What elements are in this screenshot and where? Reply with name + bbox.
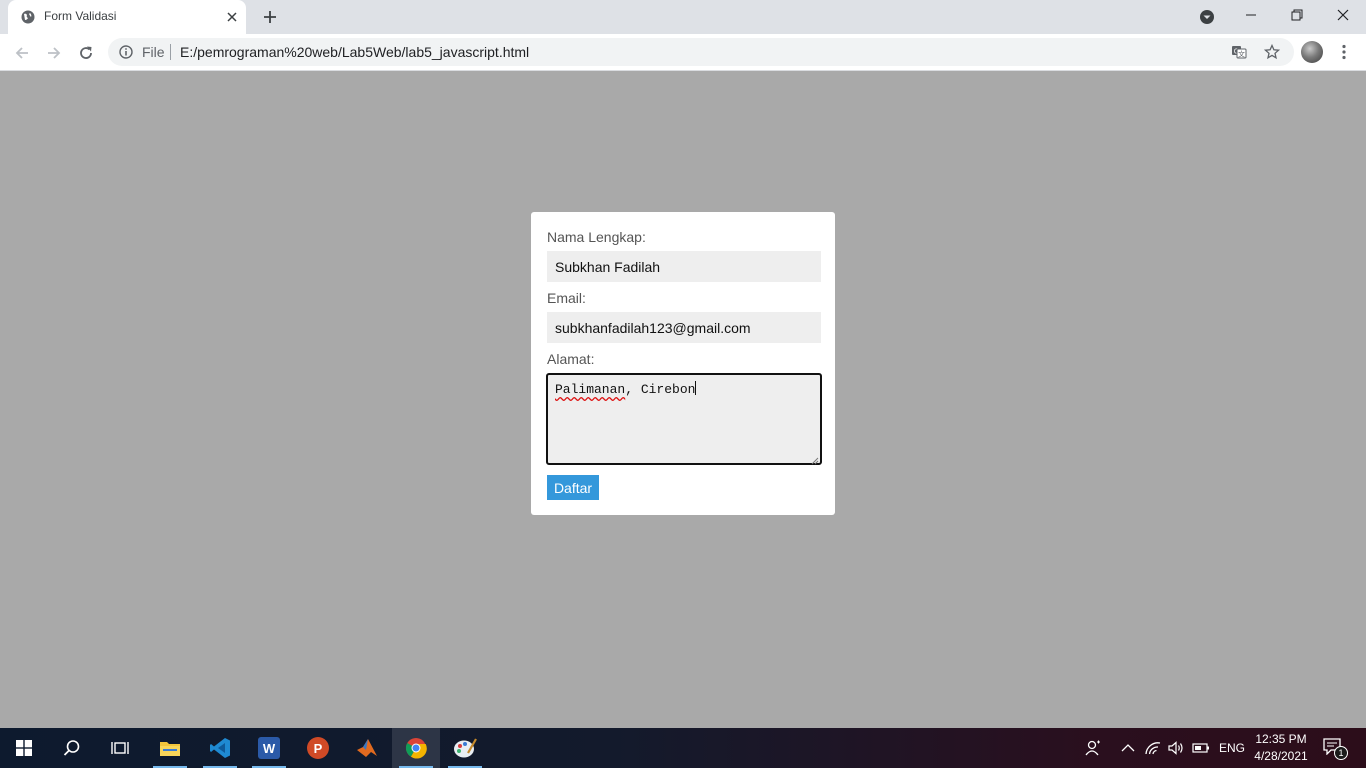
chrome-icon[interactable] bbox=[392, 728, 440, 768]
clock-time: 12:35 PM bbox=[1255, 732, 1307, 746]
taskbar: W P ENG 12:35 PM 4/28/2021 1 bbox=[0, 728, 1366, 768]
scheme-label: File bbox=[142, 44, 165, 60]
back-icon[interactable] bbox=[11, 42, 33, 64]
menu-icon[interactable] bbox=[1335, 42, 1353, 62]
globe-icon bbox=[21, 10, 35, 24]
start-icon bbox=[16, 740, 32, 756]
email-label: Email: bbox=[547, 290, 586, 306]
search-icon[interactable] bbox=[48, 728, 96, 768]
address-text: , Cirebon bbox=[625, 382, 696, 397]
word-tile: W bbox=[258, 737, 280, 759]
close-icon[interactable] bbox=[224, 9, 240, 25]
address-bar[interactable]: File E:/pemrograman%20web/Lab5Web/lab5_j… bbox=[108, 38, 1294, 66]
resize-grip-icon[interactable] bbox=[811, 454, 819, 465]
battery-icon[interactable] bbox=[1191, 738, 1211, 758]
window-close-icon[interactable] bbox=[1320, 0, 1366, 30]
info-icon[interactable] bbox=[119, 45, 133, 59]
file-explorer-icon[interactable] bbox=[146, 728, 194, 768]
registration-form: Nama Lengkap: Email: Alamat: Palimanan, … bbox=[531, 212, 835, 515]
tab-title: Form Validasi bbox=[44, 9, 117, 23]
vscode-icon[interactable] bbox=[196, 728, 244, 768]
clock[interactable]: 12:35 PM 4/28/2021 bbox=[1250, 731, 1312, 765]
svg-text:文: 文 bbox=[1238, 50, 1245, 59]
word-icon[interactable]: W bbox=[245, 728, 293, 768]
url-text[interactable]: E:/pemrograman%20web/Lab5Web/lab5_javasc… bbox=[180, 44, 529, 60]
clock-date: 4/28/2021 bbox=[1254, 749, 1308, 763]
task-view-icon[interactable] bbox=[96, 728, 144, 768]
notification-badge: 1 bbox=[1334, 746, 1348, 760]
restore-icon[interactable] bbox=[1274, 0, 1320, 30]
volume-icon[interactable] bbox=[1166, 738, 1186, 758]
powerpoint-tile: P bbox=[307, 737, 329, 759]
minimize-icon[interactable] bbox=[1228, 0, 1274, 30]
tab-strip: Form Validasi bbox=[0, 0, 1366, 34]
notification-icon[interactable]: 1 bbox=[1322, 737, 1348, 760]
new-tab-button[interactable] bbox=[260, 7, 280, 27]
text-caret bbox=[695, 381, 697, 395]
email-input[interactable] bbox=[547, 312, 821, 343]
wifi-icon[interactable] bbox=[1143, 738, 1163, 758]
chevron-up-icon[interactable] bbox=[1118, 738, 1138, 758]
matlab-icon[interactable] bbox=[343, 728, 391, 768]
submit-button[interactable]: Daftar bbox=[547, 475, 599, 500]
start-button[interactable] bbox=[0, 728, 48, 768]
name-label: Nama Lengkap: bbox=[547, 229, 646, 245]
address-label: Alamat: bbox=[547, 351, 595, 367]
star-icon[interactable] bbox=[1263, 43, 1281, 61]
paint-icon[interactable] bbox=[441, 728, 489, 768]
forward-icon[interactable] bbox=[43, 42, 65, 64]
browser-tab[interactable]: Form Validasi bbox=[8, 0, 246, 34]
language-indicator[interactable]: ENG bbox=[1219, 741, 1245, 755]
name-input[interactable] bbox=[547, 251, 821, 282]
divider bbox=[170, 44, 171, 60]
browser-toolbar: File E:/pemrograman%20web/Lab5Web/lab5_j… bbox=[0, 34, 1366, 71]
translate-icon[interactable]: G文 bbox=[1230, 43, 1248, 61]
people-icon[interactable] bbox=[1083, 738, 1103, 758]
powerpoint-icon[interactable]: P bbox=[294, 728, 342, 768]
tab-search-icon[interactable] bbox=[1198, 8, 1216, 26]
page-viewport: Nama Lengkap: Email: Alamat: Palimanan, … bbox=[0, 71, 1366, 728]
profile-avatar[interactable] bbox=[1301, 41, 1323, 63]
reload-icon[interactable] bbox=[75, 42, 97, 64]
address-text-misspelled: Palimanan bbox=[555, 382, 626, 397]
address-textarea[interactable]: Palimanan, Cirebon bbox=[546, 373, 822, 465]
